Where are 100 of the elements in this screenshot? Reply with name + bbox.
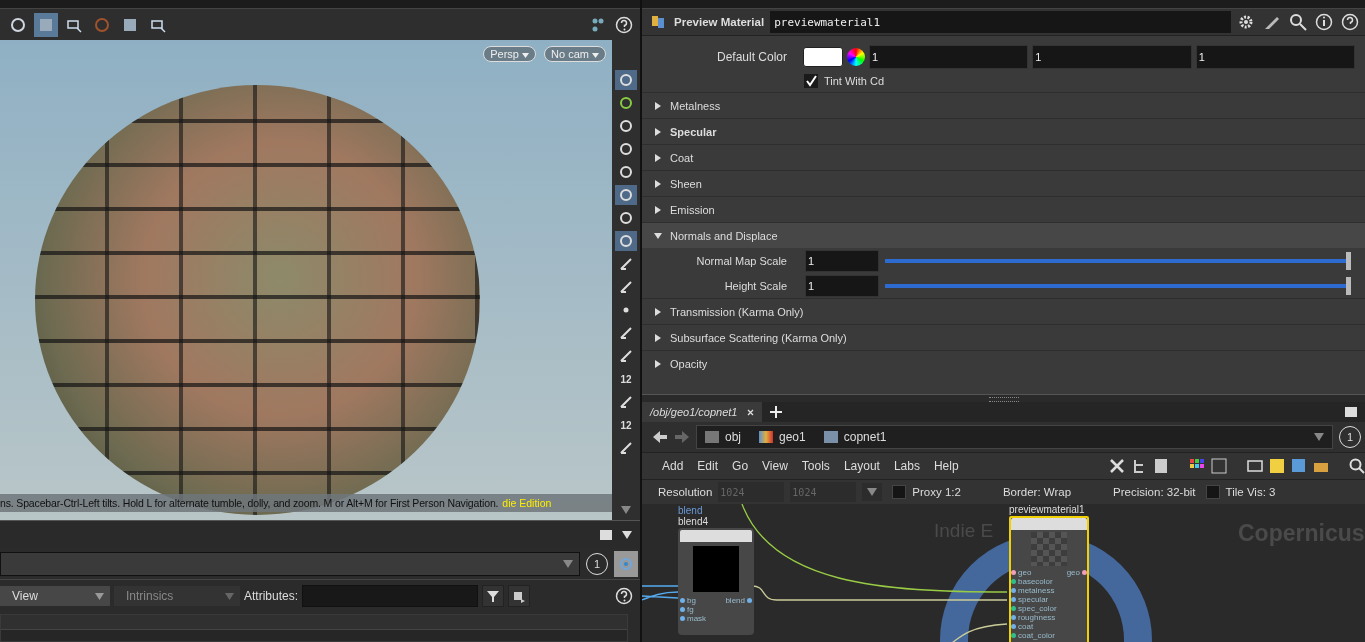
wire [642, 585, 679, 601]
color-swatch[interactable] [803, 47, 843, 67]
info-icon[interactable] [1315, 13, 1333, 31]
path-crumb[interactable]: obj [705, 430, 741, 444]
value-field[interactable]: 1 [805, 249, 879, 272]
color-wheel-icon[interactable] [847, 48, 865, 66]
network-node[interactable]: bg fg mask blend [678, 528, 754, 635]
search-icon[interactable] [1349, 458, 1365, 474]
view-dropdown[interactable]: View [0, 586, 110, 606]
input-port-label: metalness [1018, 586, 1055, 595]
node-name-field[interactable]: previewmaterial1 [770, 11, 1231, 33]
expand-triangle-icon [654, 333, 662, 342]
precision-label: Precision: 32-bit [1113, 486, 1196, 498]
camera-menu[interactable]: Persp [483, 46, 537, 62]
menu-item[interactable]: Layout [839, 459, 884, 473]
caret-icon [867, 488, 878, 496]
color-value-field[interactable]: 1 [1195, 45, 1355, 69]
section-header[interactable]: Subsurface Scattering (Karma Only) [642, 324, 1365, 350]
attributes-field[interactable] [302, 585, 479, 607]
node-thumbnail [693, 546, 739, 592]
help-icon[interactable] [614, 586, 634, 606]
menu-item[interactable]: Labs [889, 459, 924, 473]
output-port-label: blend [725, 596, 745, 605]
grid-icon[interactable] [1211, 458, 1227, 474]
caret-icon[interactable] [1314, 433, 1324, 441]
section-header[interactable]: Metalness [642, 92, 1365, 118]
expand-triangle-icon [654, 231, 662, 240]
input-port-label: spec_color [1018, 604, 1057, 613]
help-icon[interactable] [614, 14, 634, 35]
export-icon[interactable] [508, 585, 531, 607]
network-box-icon[interactable] [1247, 458, 1263, 474]
node-type-label: Preview Material [674, 16, 765, 28]
output-port-label: geo [1066, 568, 1080, 577]
section-header[interactable]: Sheen [642, 170, 1365, 196]
back-arrow-icon[interactable] [652, 430, 668, 444]
input-port-label: roughness [1018, 613, 1056, 622]
section-header[interactable]: Opacity [642, 350, 1365, 376]
color-value-field[interactable]: 1 [869, 45, 1029, 69]
resolution-label: Resolution [658, 486, 713, 498]
path-crumb[interactable]: copnet1 [823, 430, 887, 444]
filter-icon[interactable] [482, 585, 505, 607]
border-label: Border: Wrap [1002, 486, 1072, 498]
node-header-bar [680, 530, 752, 542]
image-add-icon[interactable] [1291, 458, 1307, 474]
menu-item[interactable]: View [758, 459, 792, 473]
input-port-label: coat_color [1018, 631, 1055, 640]
status-text: ns. Spacebar-Ctrl-Left tilts. Hold L for alternate tumble, dolly, and zoom. M or Alt+M for First Person Navigation. [0, 497, 499, 509]
menu-item[interactable]: Go [728, 459, 753, 473]
value-field[interactable]: 1 [805, 274, 879, 297]
input-port-label: bg [687, 596, 696, 605]
search-icon[interactable] [1289, 13, 1307, 31]
add-tab-icon[interactable] [770, 406, 783, 418]
expand-triangle-icon [654, 179, 662, 188]
list-icon[interactable] [1153, 458, 1169, 474]
network-node[interactable]: geo basecolor metalness specular spec_color roughness coat coat_color geo [1009, 516, 1089, 642]
prim-numbers-icon[interactable]: 12 [615, 415, 637, 435]
caret-icon [225, 592, 234, 600]
menu-item[interactable]: Edit [693, 459, 723, 473]
path-bar[interactable]: obj geo1 copnet1 [696, 425, 1333, 449]
expand-triangle-icon [654, 153, 662, 162]
input-port-label: basecolor [1018, 577, 1053, 586]
path-crumb[interactable]: geo1 [759, 430, 806, 444]
tint-checkbox[interactable] [804, 74, 818, 88]
node-name: previewmaterial1 [1009, 504, 1085, 516]
input-port-label: specular [1018, 595, 1049, 604]
sticky-note-icon[interactable] [1269, 458, 1285, 474]
point-numbers-icon[interactable]: 12 [615, 369, 637, 389]
section-header[interactable]: Specular [642, 118, 1365, 144]
input-port-label: geo [1018, 568, 1032, 577]
menu-item[interactable]: Help [929, 459, 963, 473]
default-color-label: Default Color [715, 50, 788, 64]
help-icon[interactable] [1341, 13, 1359, 31]
proxy-checkbox[interactable] [892, 485, 907, 499]
intrinsics-dropdown[interactable]: Intrinsics [114, 586, 240, 606]
tile-vis-checkbox[interactable] [1205, 485, 1220, 499]
edition-text: die Edition [502, 497, 552, 509]
network-tab[interactable]: /obj/geo1/copnet1 [642, 402, 763, 422]
node-thumbnail [1031, 532, 1067, 566]
caret-icon [563, 560, 573, 568]
menu-item[interactable]: Tools [797, 459, 834, 473]
caret-icon [522, 53, 530, 58]
close-icon[interactable] [747, 408, 755, 416]
expand-triangle-icon [654, 307, 662, 316]
slider-thumb[interactable] [1346, 276, 1351, 295]
input-port-label: fg [687, 605, 694, 614]
caret-icon [592, 53, 599, 58]
section-header[interactable]: Transmission (Karma Only) [642, 298, 1365, 324]
tint-label: Tint With Cd [824, 75, 885, 87]
pane-menu-icon[interactable] [622, 531, 632, 539]
section-header[interactable]: Normals and Displace [642, 222, 1365, 248]
slider-thumb[interactable] [1346, 251, 1351, 270]
color-value-field[interactable]: 1 [1032, 45, 1192, 69]
tools-icon[interactable] [1109, 458, 1125, 474]
section-header[interactable]: Coat [642, 144, 1365, 170]
menu-item[interactable]: Add [658, 459, 688, 473]
camera-menu[interactable]: No cam [544, 46, 606, 62]
input-port-label: mask [687, 614, 707, 623]
input-port-label: coat [1018, 622, 1034, 631]
field-label: Height Scale [723, 279, 788, 292]
resolution-dropdown[interactable] [862, 483, 883, 501]
